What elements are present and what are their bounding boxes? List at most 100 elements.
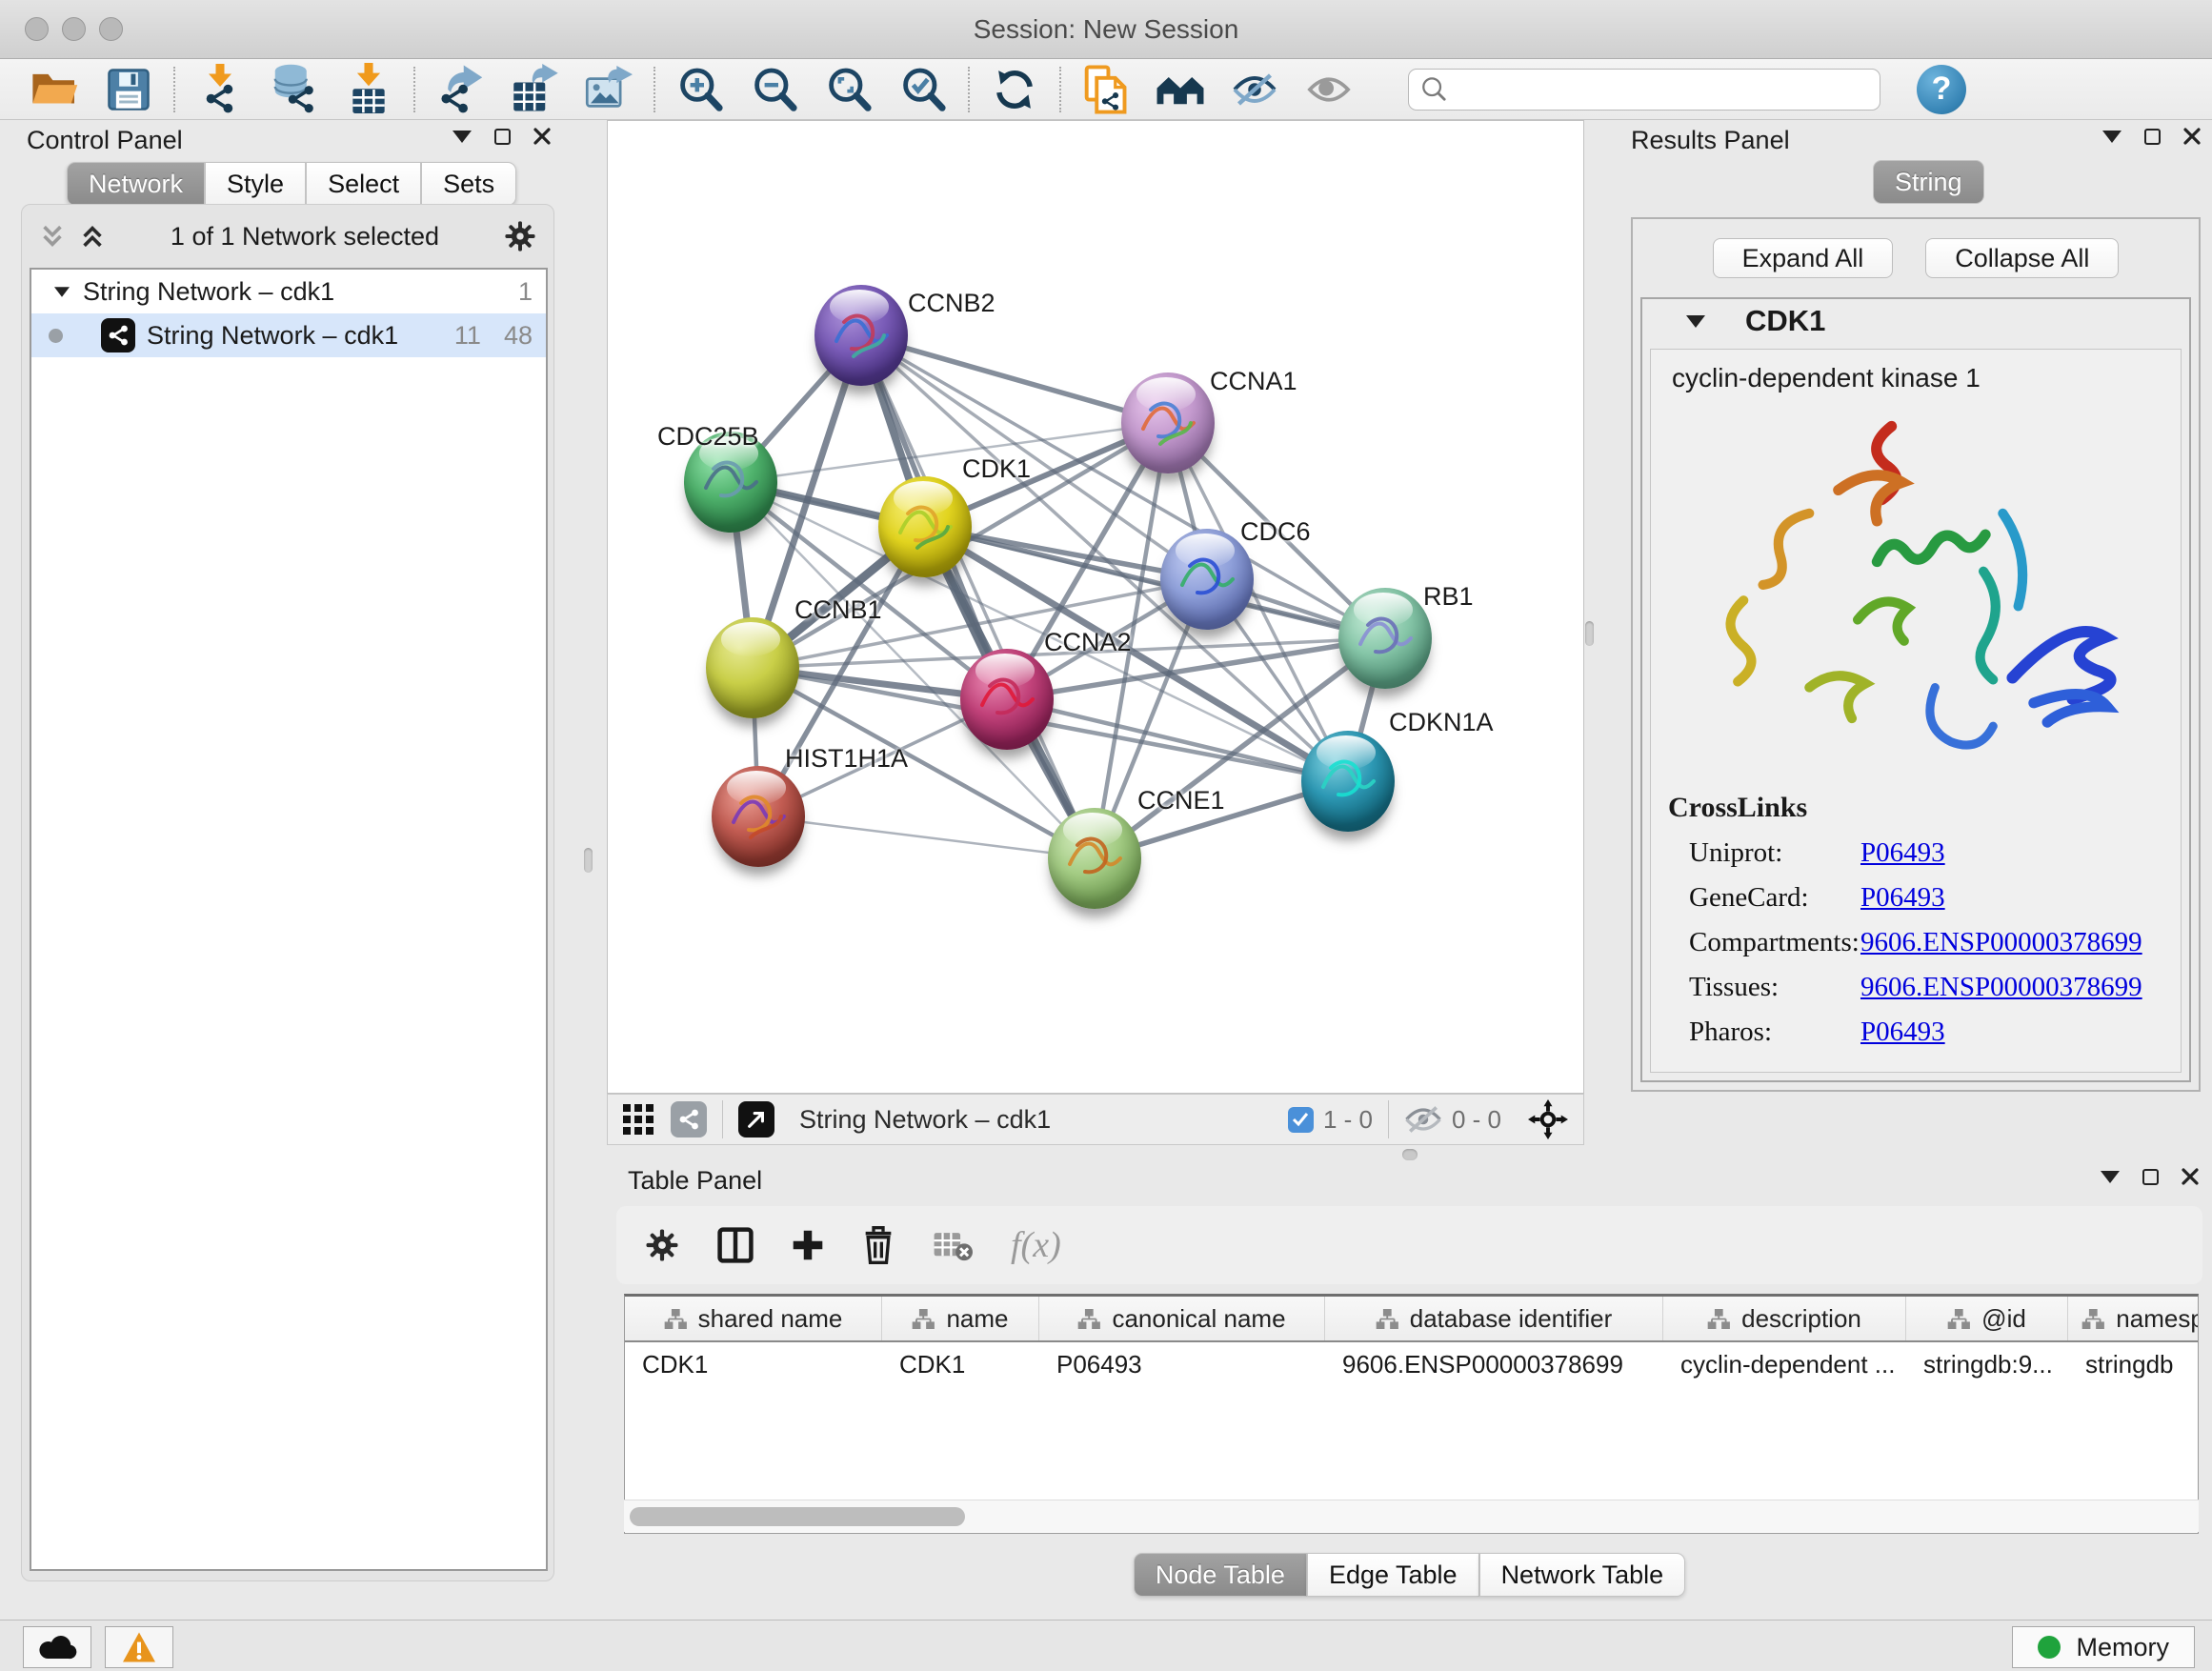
network-node-HIST1H1A[interactable] bbox=[712, 766, 805, 867]
crosslink-value[interactable]: 9606.ENSP00000378699 bbox=[1860, 972, 2142, 1003]
node-label: CCNB1 bbox=[794, 595, 882, 625]
network-view[interactable]: CDK1CCNB1CCNB2CCNA1CCNA2CCNE1CDC6CDC25BR… bbox=[607, 120, 1584, 1094]
warnings-button[interactable] bbox=[105, 1626, 173, 1668]
column-header-name[interactable]: name bbox=[882, 1297, 1039, 1340]
collapse-all-button[interactable]: Collapse All bbox=[1925, 238, 2119, 278]
export-network-button[interactable] bbox=[423, 63, 497, 116]
tree-expand-icon[interactable] bbox=[54, 287, 70, 296]
crosslink-value[interactable]: 9606.ENSP00000378699 bbox=[1860, 927, 2142, 958]
crosslink-value[interactable]: P06493 bbox=[1860, 1017, 1945, 1048]
export-table-button[interactable] bbox=[497, 63, 572, 116]
column-header-database-identifier[interactable]: database identifier bbox=[1325, 1297, 1663, 1340]
table-row[interactable]: CDK1CDK1P064939606.ENSP00000378699cyclin… bbox=[625, 1342, 2198, 1386]
tab-style[interactable]: Style bbox=[205, 162, 306, 206]
network-row[interactable]: String Network – cdk1 11 48 bbox=[31, 313, 546, 357]
network-node-CCNB1[interactable] bbox=[706, 617, 799, 718]
minimize-window-icon[interactable] bbox=[62, 17, 86, 41]
zoom-selected-button[interactable] bbox=[886, 63, 960, 116]
show-columns-icon[interactable] bbox=[717, 1227, 754, 1263]
network-node-CCNB2[interactable] bbox=[814, 285, 908, 386]
collapse-entry-icon[interactable] bbox=[1686, 315, 1705, 328]
tab-network[interactable]: Network bbox=[67, 162, 205, 206]
memory-button[interactable]: Memory bbox=[2012, 1626, 2195, 1668]
import-network-database-button[interactable] bbox=[257, 63, 332, 116]
panel-close-icon[interactable] bbox=[533, 128, 551, 145]
open-session-button[interactable] bbox=[17, 63, 91, 116]
panel-close-icon[interactable] bbox=[2183, 128, 2201, 145]
center-view-crosshair-icon[interactable] bbox=[1528, 1099, 1568, 1139]
scrollbar-thumb[interactable] bbox=[630, 1507, 965, 1526]
network-node-CCNA1[interactable] bbox=[1121, 372, 1215, 473]
network-canvas[interactable]: CDK1CCNB1CCNB2CCNA1CCNA2CCNE1CDC6CDC25BR… bbox=[608, 121, 1584, 1094]
panel-undock-icon[interactable] bbox=[494, 129, 511, 145]
node-table[interactable]: shared namenamecanonical namedatabase id… bbox=[624, 1294, 2199, 1534]
results-panel-title: Results Panel bbox=[1631, 126, 1790, 155]
panel-float-icon[interactable] bbox=[2102, 131, 2122, 143]
column-header--id[interactable]: @id bbox=[1906, 1297, 2068, 1340]
refresh-view-button[interactable] bbox=[977, 63, 1052, 116]
open-folder-icon bbox=[30, 70, 79, 110]
search-field[interactable] bbox=[1408, 69, 1880, 111]
export-table-icon bbox=[511, 64, 558, 115]
cloud-status-button[interactable] bbox=[23, 1626, 91, 1668]
zoom-out-button[interactable] bbox=[737, 63, 812, 116]
network-node-CCNA2[interactable] bbox=[960, 649, 1054, 750]
horizontal-splitter[interactable] bbox=[607, 1145, 2212, 1164]
panel-float-icon[interactable] bbox=[452, 131, 472, 143]
import-table-file-button[interactable] bbox=[332, 63, 406, 116]
tab-select[interactable]: Select bbox=[306, 162, 421, 206]
network-node-CDK1[interactable] bbox=[878, 476, 972, 577]
table-options-gear-icon[interactable] bbox=[645, 1228, 679, 1262]
window-controls[interactable] bbox=[25, 17, 123, 41]
network-collection-row[interactable]: String Network – cdk1 1 bbox=[31, 270, 546, 313]
panel-float-icon[interactable] bbox=[2101, 1171, 2120, 1183]
tab-string[interactable]: String bbox=[1873, 160, 1984, 204]
expand-all-button[interactable]: Expand All bbox=[1713, 238, 1894, 278]
panel-undock-icon[interactable] bbox=[2142, 1169, 2159, 1185]
network-node-CDKN1A[interactable] bbox=[1301, 731, 1395, 832]
tab-edge-table[interactable]: Edge Table bbox=[1307, 1553, 1479, 1597]
expand-all-icon[interactable] bbox=[79, 223, 106, 250]
panel-undock-icon[interactable] bbox=[2144, 129, 2161, 145]
network-share-icon[interactable] bbox=[671, 1101, 707, 1137]
gear-icon[interactable] bbox=[504, 220, 536, 252]
crosslink-value[interactable]: P06493 bbox=[1860, 882, 1945, 914]
network-selector-text: 1 of 1 Network selected bbox=[106, 222, 504, 252]
protein-thumbnail-icon bbox=[1121, 372, 1215, 473]
export-network-icon bbox=[436, 64, 484, 115]
tab-sets[interactable]: Sets bbox=[421, 162, 516, 206]
column-header-namespace[interactable]: namespace bbox=[2068, 1297, 2199, 1340]
protein-thumbnail-icon bbox=[1301, 731, 1395, 832]
duplicate-network-view-button[interactable] bbox=[1069, 63, 1143, 116]
network-node-RB1[interactable] bbox=[1338, 588, 1432, 689]
table-horizontal-scrollbar[interactable] bbox=[624, 1500, 2199, 1532]
column-header-description[interactable]: description bbox=[1663, 1297, 1906, 1340]
export-image-button[interactable] bbox=[572, 63, 646, 116]
birds-eye-view-icon[interactable] bbox=[738, 1101, 774, 1137]
selected-checkbox-icon[interactable] bbox=[1288, 1107, 1314, 1133]
save-session-button[interactable] bbox=[91, 63, 166, 116]
create-column-plus-icon[interactable] bbox=[792, 1229, 824, 1261]
zoom-fit-button[interactable] bbox=[812, 63, 886, 116]
network-overview-button[interactable] bbox=[1143, 63, 1217, 116]
tab-network-table[interactable]: Network Table bbox=[1479, 1553, 1686, 1597]
right-splitter-handle[interactable] bbox=[1585, 621, 1594, 646]
tab-node-table[interactable]: Node Table bbox=[1134, 1553, 1307, 1597]
delete-column-trash-icon[interactable] bbox=[862, 1226, 895, 1264]
column-header-shared-name[interactable]: shared name bbox=[625, 1297, 882, 1340]
grid-view-icon[interactable] bbox=[623, 1104, 654, 1135]
crosslink-value[interactable]: P06493 bbox=[1860, 837, 1945, 869]
help-button[interactable]: ? bbox=[1917, 65, 1966, 114]
collapse-all-icon[interactable] bbox=[39, 223, 66, 250]
import-network-file-button[interactable] bbox=[183, 63, 257, 116]
column-header-canonical-name[interactable]: canonical name bbox=[1039, 1297, 1325, 1340]
network-node-CCNE1[interactable] bbox=[1048, 808, 1141, 909]
left-splitter-handle[interactable] bbox=[584, 848, 593, 873]
panel-close-icon[interactable] bbox=[2182, 1168, 2199, 1185]
close-window-icon[interactable] bbox=[25, 17, 49, 41]
zoom-in-button[interactable] bbox=[663, 63, 737, 116]
hide-selected-button[interactable] bbox=[1217, 63, 1292, 116]
show-hidden-button[interactable] bbox=[1292, 63, 1366, 116]
maximize-window-icon[interactable] bbox=[99, 17, 123, 41]
search-input[interactable] bbox=[1447, 74, 1857, 104]
